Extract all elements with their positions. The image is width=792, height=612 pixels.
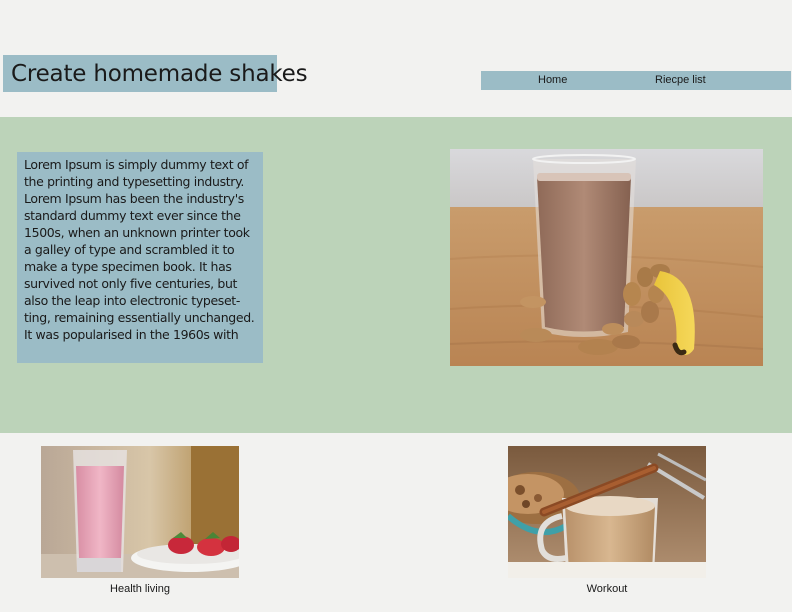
- nav-bar: Home Riecpe list: [481, 71, 791, 90]
- page-title: Create homemade shakes: [11, 60, 308, 87]
- card-caption: Health living: [110, 583, 170, 595]
- intro-text-box: Lorem Ipsum is simply dummy text of the …: [17, 152, 263, 363]
- latte-shake-photo: [508, 446, 706, 578]
- strawberry-shake-photo: [41, 446, 239, 578]
- page: Create homemade shakes Home Riecpe list …: [0, 0, 792, 612]
- nav-recipe-list-link[interactable]: Riecpe list: [655, 71, 706, 90]
- card-workout[interactable]: Workout: [508, 446, 706, 595]
- chocolate-shake-photo: [450, 149, 763, 366]
- site-title-banner: Create homemade shakes: [3, 55, 308, 92]
- nav-home-link[interactable]: Home: [538, 71, 567, 90]
- card-health-living[interactable]: Health living: [41, 446, 239, 595]
- card-caption: Workout: [586, 583, 628, 595]
- intro-paragraph: Lorem Ipsum is simply dummy text of the …: [24, 157, 255, 342]
- hero-section: Lorem Ipsum is simply dummy text of the …: [0, 117, 792, 433]
